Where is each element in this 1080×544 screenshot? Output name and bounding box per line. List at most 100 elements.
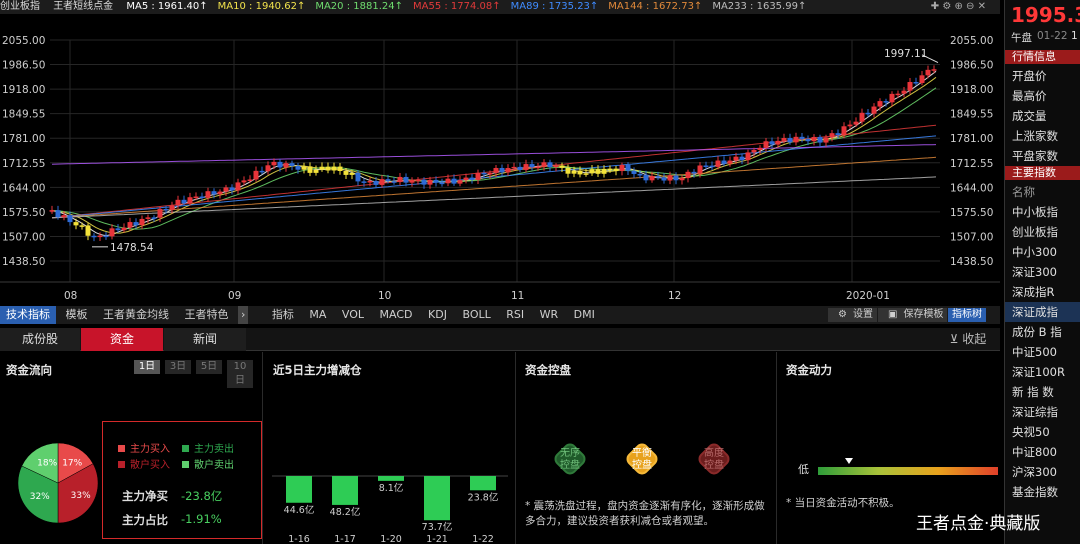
index-item-1[interactable]: 创业板指: [1005, 222, 1080, 242]
quote-item-1[interactable]: 最高价: [1005, 86, 1080, 106]
y-tick-left: 2055.00: [2, 35, 45, 47]
tab-vol[interactable]: VOL: [336, 306, 370, 324]
period-3[interactable]: 10日: [227, 360, 253, 388]
five-day-title: 近5日主力增减仓: [273, 363, 362, 377]
save-icon: ▣: [888, 309, 898, 320]
settings-button[interactable]: ⚙ 设置: [828, 308, 877, 322]
y-tick-left: 1575.50: [2, 207, 45, 219]
collapse-label: 收起: [962, 332, 987, 346]
ma-label-1: MA10 : 1940.62↑: [217, 1, 306, 12]
fund-control-title: 资金控盘: [525, 363, 571, 377]
five-day-date: 1-20: [380, 534, 402, 544]
five-day-bar-chart: 44.6亿 1-16 48.2亿 1-17 8.1亿 1-20 73.7亿1-21 23.8亿…: [272, 475, 508, 544]
panel-divider: [776, 352, 777, 544]
index-item-12[interactable]: 中证800: [1005, 442, 1080, 462]
indicator-bar: 创业板指 王者短线点金 MA5 : 1961.40↑ MA10 : 1940.62…: [0, 0, 1000, 14]
power-gradient-bar: [818, 467, 998, 475]
index-item-14[interactable]: 基金指数: [1005, 482, 1080, 502]
ma-label-3: MA55 : 1774.08↑: [412, 1, 501, 12]
pie-label: 32%: [30, 492, 50, 502]
ratio-value: -1.91%: [181, 512, 222, 526]
index-item-10[interactable]: 深证综指: [1005, 402, 1080, 422]
ma-label-0: MA5 : 1961.40↑: [126, 1, 208, 12]
tab-kdj[interactable]: KDJ: [422, 306, 453, 324]
quote-date: 01-22: [1037, 30, 1068, 42]
save-template-button[interactable]: ▣ 保存模板: [878, 308, 948, 322]
tab-funds[interactable]: 资金: [81, 328, 163, 351]
settings-label: 设置: [852, 309, 873, 320]
chevron-right-icon[interactable]: ›: [238, 306, 249, 324]
index-item-3[interactable]: 深证300: [1005, 262, 1080, 282]
chart-window-controls[interactable]: ✚ ⚙ ⊕ ⊖ ✕: [931, 0, 986, 14]
period-1[interactable]: 3日: [165, 360, 191, 374]
indicator-name[interactable]: 创业板指: [0, 1, 40, 12]
fund-power-title: 资金动力: [786, 363, 832, 377]
tab-indicator[interactable]: 指标: [266, 306, 300, 324]
index-item-6[interactable]: 成份 B 指: [1005, 322, 1080, 342]
quote-num: 1: [1071, 30, 1078, 42]
tab-technical[interactable]: 技术指标: [0, 306, 56, 324]
x-tick-label: 11: [511, 290, 524, 302]
tab-boll[interactable]: BOLL: [456, 306, 496, 324]
index-item-0[interactable]: 中小板指: [1005, 202, 1080, 222]
section-main-indices: 主要指数: [1005, 166, 1080, 180]
legend-label: 散户买入: [130, 460, 170, 471]
index-item-11[interactable]: 央视50: [1005, 422, 1080, 442]
ratio-label: 主力占比: [122, 513, 168, 527]
y-tick-right: 2055.00: [950, 35, 993, 47]
tab-ma[interactable]: MA: [303, 306, 332, 324]
candlestick-chart[interactable]: 2055.00 2055.00 1986.50 1986.50 1918.00 1918.…: [0, 16, 1000, 304]
period-2[interactable]: 5日: [196, 360, 222, 374]
legend-swatch: [118, 445, 125, 452]
fund-flow-title: 资金流向: [6, 363, 52, 377]
ma-label-2: MA20 : 1881.24↑: [315, 1, 403, 12]
name-column-header[interactable]: 名称: [1005, 182, 1080, 202]
index-item-2[interactable]: 中小300: [1005, 242, 1080, 262]
tab-news[interactable]: 新闻: [164, 328, 246, 351]
quote-item-4[interactable]: 平盘家数: [1005, 146, 1080, 166]
ma-label-6: MA233 : 1635.99↑: [712, 1, 807, 12]
tab-constituents[interactable]: 成份股: [0, 328, 80, 351]
tab-golden-ma[interactable]: 王者黄金均线: [97, 306, 175, 324]
section-quote-info: 行情信息: [1005, 50, 1080, 64]
legend-swatch: [118, 461, 125, 468]
quote-item-3[interactable]: 上涨家数: [1005, 126, 1080, 146]
five-day-bar-label: 73.7亿: [422, 521, 453, 533]
indicator-toolbar: 技术指标 模板 王者黄金均线 王者特色 › 指标 MA VOL MACD KDJ…: [0, 306, 1000, 324]
y-tick-left: 1712.55: [2, 158, 45, 170]
tab-dmi[interactable]: DMI: [568, 306, 601, 324]
index-item-7[interactable]: 中证500: [1005, 342, 1080, 362]
tab-template[interactable]: 模板: [60, 306, 94, 324]
index-item-9[interactable]: 新 指 数: [1005, 382, 1080, 402]
period-0[interactable]: 1日: [134, 360, 160, 374]
index-item-8[interactable]: 深证100R: [1005, 362, 1080, 382]
index-item-4[interactable]: 深成指R: [1005, 282, 1080, 302]
legend-item: 主力卖出: [182, 440, 234, 455]
five-day-bar: [424, 476, 450, 521]
index-item-5[interactable]: 深证成指: [1005, 302, 1080, 322]
quote-item-2[interactable]: 成交量: [1005, 106, 1080, 126]
panel-divider: [515, 352, 516, 544]
five-day-date: 1-17: [334, 534, 356, 544]
strategy-name[interactable]: 王者短线点金: [53, 1, 113, 12]
x-tick-label: 12: [668, 290, 681, 302]
tab-feature[interactable]: 王者特色: [179, 306, 235, 324]
five-day-bar-label: 48.2亿: [330, 506, 361, 518]
high-annotation: 1997.11: [884, 48, 927, 60]
indicator-tree-button[interactable]: 指标树: [948, 308, 986, 322]
ma-label-5: MA144 : 1672.73↑: [608, 1, 703, 12]
quote-item-0[interactable]: 开盘价: [1005, 66, 1080, 86]
y-tick-right: 1986.50: [950, 60, 993, 72]
tab-macd[interactable]: MACD: [374, 306, 419, 324]
y-tick-left: 1507.00: [2, 231, 45, 243]
collapse-button[interactable]: ⊻ 收起: [940, 328, 996, 351]
tab-rsi[interactable]: RSI: [500, 306, 530, 324]
five-day-bar: [378, 476, 404, 481]
five-day-date: 1-21: [426, 534, 448, 544]
control-note: * 震荡洗盘过程，盘内资金逐渐有序化，逐渐形成做多合力，建议投资者获利减仓或者观…: [525, 500, 765, 527]
index-item-13[interactable]: 沪深300: [1005, 462, 1080, 482]
pie-label: 33%: [71, 491, 91, 501]
tab-wr[interactable]: WR: [534, 306, 565, 324]
five-day-bar-label: 44.6亿: [284, 504, 315, 516]
gear-icon: ⚙: [838, 309, 847, 320]
